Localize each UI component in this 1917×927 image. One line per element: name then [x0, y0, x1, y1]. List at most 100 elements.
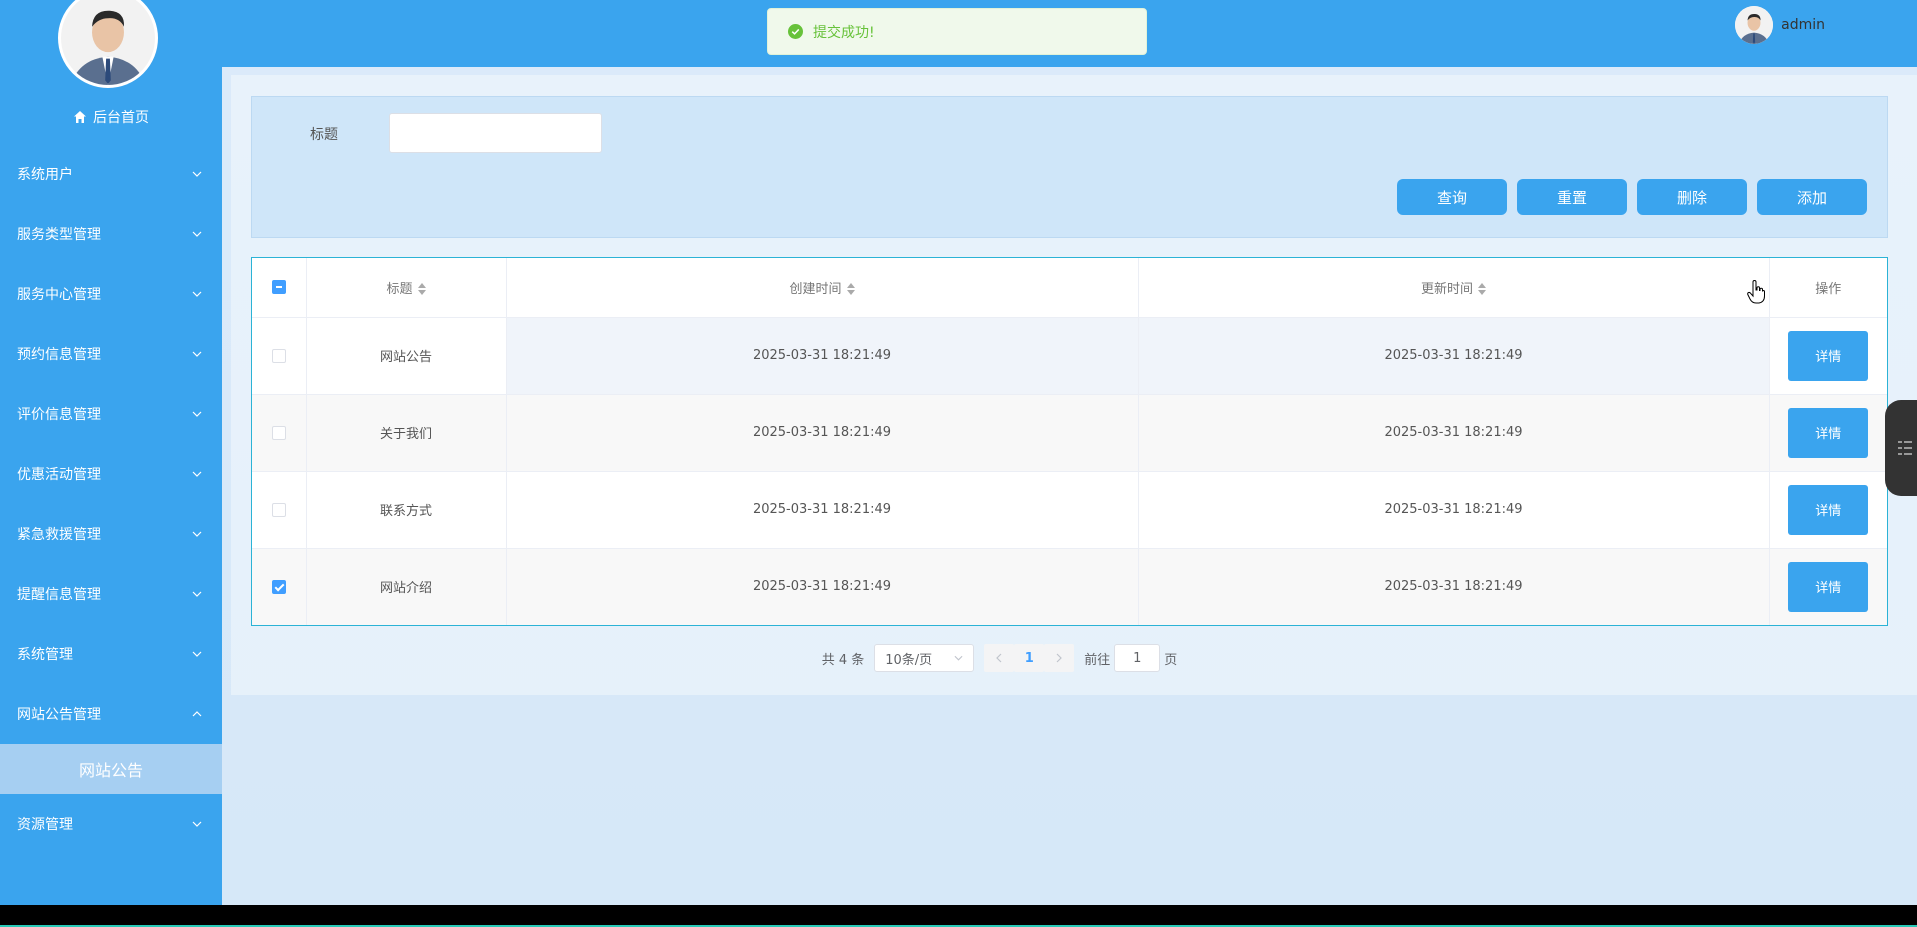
row-checkbox[interactable]	[271, 579, 286, 594]
home-link[interactable]: 后台首页	[0, 107, 222, 127]
bottom-bar	[0, 905, 1917, 927]
row-title: 关于我们	[306, 394, 507, 472]
chevron-down-icon	[192, 591, 202, 597]
select-all-checkbox[interactable]	[271, 280, 286, 295]
sort-icon[interactable]	[417, 282, 426, 295]
detail-button[interactable]: 详情	[1788, 407, 1869, 458]
detail-button[interactable]: 详情	[1788, 330, 1869, 381]
reset-button[interactable]: 重置	[1517, 179, 1627, 215]
title-search-input[interactable]	[389, 113, 602, 153]
chevron-down-icon	[192, 821, 202, 827]
page-size-select[interactable]: 10条/页	[874, 644, 975, 672]
sidebar-subitem-announcement[interactable]: 网站公告	[0, 744, 222, 794]
delete-button[interactable]: 删除	[1637, 179, 1747, 215]
avatar-image	[61, 0, 155, 85]
sidebar-item-system-users[interactable]: 系统用户	[0, 144, 222, 204]
column-header-title[interactable]: 标题	[306, 258, 507, 318]
select-all-cell	[252, 258, 307, 318]
table-row[interactable]: 网站公告 2025-03-31 18:21:49 2025-03-31 18:2…	[252, 317, 1887, 395]
prev-page-button[interactable]	[984, 644, 1015, 672]
column-header-actions: 操作	[1769, 258, 1887, 318]
pagination: 共 4 条 10条/页 1 前往 1 页	[22, 644, 1717, 672]
sidebar-item-reviews[interactable]: 评价信息管理	[0, 384, 222, 444]
sidebar-item-reminders[interactable]: 提醒信息管理	[0, 564, 222, 624]
chevron-down-icon	[192, 471, 202, 477]
sidebar-menu: 系统用户 服务类型管理 服务中心管理 预约信息管理 评价信息管理 优惠活动管理 …	[0, 144, 222, 854]
chevron-left-icon	[996, 653, 1002, 663]
row-actions: 详情	[1769, 394, 1887, 472]
chevron-down-icon	[192, 171, 202, 177]
sidebar-item-label: 优惠活动管理	[17, 467, 101, 483]
row-created: 2025-03-31 18:21:49	[506, 317, 1139, 395]
chevron-up-icon	[192, 711, 202, 717]
sidebar-avatar	[58, 0, 158, 88]
table-row[interactable]: 网站介绍 2025-03-31 18:21:49 2025-03-31 18:2…	[252, 548, 1887, 625]
detail-button[interactable]: 详情	[1788, 561, 1869, 612]
row-actions: 详情	[1769, 471, 1887, 549]
sort-icon[interactable]	[1478, 282, 1486, 295]
hand-cursor-icon	[1747, 280, 1765, 304]
toast-message: 提交成功!	[813, 24, 875, 41]
row-title: 联系方式	[306, 471, 507, 549]
query-button[interactable]: 查询	[1397, 179, 1507, 215]
chevron-right-icon	[1056, 653, 1063, 663]
row-updated: 2025-03-31 18:21:49	[1138, 394, 1770, 472]
side-panel-handle[interactable]	[1885, 400, 1917, 496]
row-checkbox[interactable]	[271, 502, 286, 517]
next-page-button[interactable]	[1044, 644, 1075, 672]
row-checkbox[interactable]	[271, 425, 286, 440]
sort-icon[interactable]	[846, 282, 855, 295]
row-created: 2025-03-31 18:21:49	[506, 394, 1139, 472]
sidebar-item-label: 服务中心管理	[17, 287, 101, 303]
row-created: 2025-03-31 18:21:49	[506, 548, 1139, 625]
chevron-down-icon	[192, 531, 202, 537]
column-header-updated[interactable]: 更新时间	[1138, 258, 1770, 318]
column-header-created[interactable]: 创建时间	[506, 258, 1139, 318]
sidebar-item-promotions[interactable]: 优惠活动管理	[0, 444, 222, 504]
page-nav: 1	[984, 644, 1075, 672]
chevron-down-icon	[192, 231, 202, 237]
sidebar: 后台首页 系统用户 服务类型管理 服务中心管理 预约信息管理 评价信息管理 优惠…	[0, 0, 222, 905]
user-menu[interactable]: admin	[1735, 6, 1825, 44]
row-select-cell	[252, 394, 307, 472]
sidebar-item-resources[interactable]: 资源管理	[0, 794, 222, 854]
table-row[interactable]: 联系方式 2025-03-31 18:21:49 2025-03-31 18:2…	[252, 471, 1887, 549]
chevron-down-icon	[192, 411, 202, 417]
detail-button[interactable]: 详情	[1788, 484, 1869, 535]
sidebar-item-appointments[interactable]: 预约信息管理	[0, 324, 222, 384]
pagination-total: 共 4 条	[821, 652, 865, 668]
sidebar-item-label: 预约信息管理	[17, 347, 101, 363]
row-updated: 2025-03-31 18:21:49	[1138, 548, 1770, 625]
sidebar-item-label: 评价信息管理	[17, 407, 101, 423]
action-buttons: 查询 重置 删除 添加	[1397, 179, 1867, 215]
sidebar-item-service-centers[interactable]: 服务中心管理	[0, 264, 222, 324]
row-title: 网站介绍	[306, 548, 507, 625]
add-button[interactable]: 添加	[1757, 179, 1867, 215]
row-updated: 2025-03-31 18:21:49	[1138, 317, 1770, 395]
sidebar-item-label: 资源管理	[17, 817, 73, 833]
page-number[interactable]: 1	[1014, 644, 1045, 672]
chevron-down-icon	[192, 291, 202, 297]
row-title: 网站公告	[306, 317, 507, 395]
row-updated: 2025-03-31 18:21:49	[1138, 471, 1770, 549]
row-checkbox[interactable]	[271, 348, 286, 363]
sidebar-item-label: 提醒信息管理	[17, 587, 101, 603]
main-content: 标题 查询 重置 删除 添加 标题 创建时间 更新时间 操作 网站公告 2025…	[222, 67, 1917, 905]
check-circle-icon	[788, 24, 803, 39]
chevron-down-icon	[954, 655, 963, 661]
avatar-image	[1735, 6, 1774, 44]
goto-page-input[interactable]: 1	[1114, 644, 1161, 672]
success-toast: 提交成功!	[767, 8, 1147, 55]
sidebar-item-service-types[interactable]: 服务类型管理	[0, 204, 222, 264]
sidebar-item-emergency[interactable]: 紧急救援管理	[0, 504, 222, 564]
home-link-label: 后台首页	[93, 110, 149, 126]
column-label: 创建时间	[789, 281, 842, 297]
username: admin	[1781, 17, 1825, 33]
avatar	[1735, 6, 1774, 44]
goto-suffix: 页	[1164, 652, 1178, 668]
sidebar-item-announcements[interactable]: 网站公告管理	[0, 684, 222, 744]
row-created: 2025-03-31 18:21:49	[506, 471, 1139, 549]
sidebar-item-label: 网站公告管理	[17, 707, 101, 723]
chevron-down-icon	[192, 351, 202, 357]
table-row[interactable]: 关于我们 2025-03-31 18:21:49 2025-03-31 18:2…	[252, 394, 1887, 472]
